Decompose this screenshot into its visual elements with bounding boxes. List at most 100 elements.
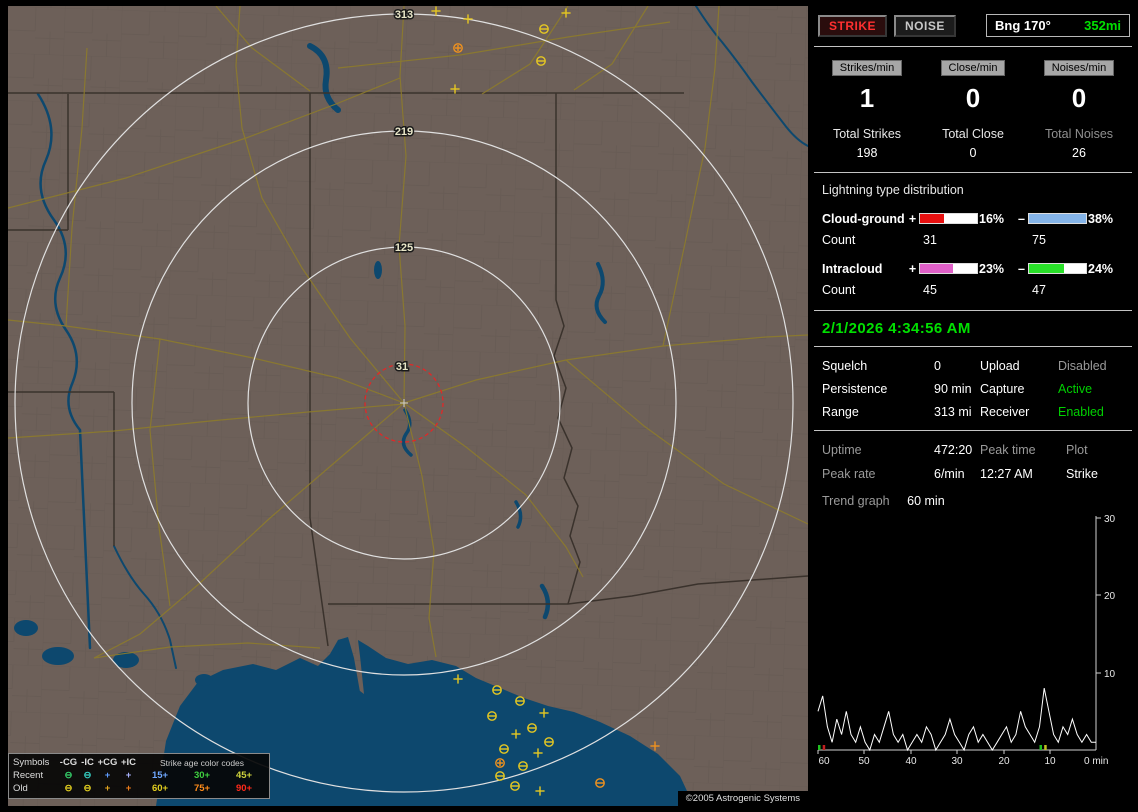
plus-sign: + bbox=[906, 258, 919, 279]
cg-pos-bar bbox=[919, 213, 978, 224]
minus-sign: – bbox=[1015, 258, 1028, 279]
strike-symbol bbox=[496, 759, 504, 767]
stats-grid: Uptime 472:20 Peak time Plot Peak rate 6… bbox=[814, 430, 1132, 485]
trend-graph-window: 60 min bbox=[907, 494, 945, 508]
map-panel: 313 219 125 31 Symbols -CG -IC +CG +IC S… bbox=[8, 6, 808, 806]
legend-col-pos-ic: +IC bbox=[118, 757, 139, 768]
legend-recent-label: Recent bbox=[13, 770, 59, 781]
legend-col-neg-cg: -CG bbox=[59, 757, 78, 768]
ic-pos-pct: 23% bbox=[976, 258, 1015, 279]
old-pos-ic-icon: + bbox=[118, 783, 139, 794]
receiver-status: Enabled bbox=[1058, 405, 1124, 419]
squelch-value: 0 bbox=[934, 359, 980, 373]
plot-value: Strike bbox=[1066, 467, 1124, 481]
range-label: Range bbox=[822, 405, 934, 419]
age-15: 15+ bbox=[152, 770, 168, 781]
noises-column: Noises/min 0 Total Noises 26 bbox=[1026, 60, 1132, 160]
age-60: 60+ bbox=[152, 783, 168, 794]
ic-neg-bar bbox=[1028, 263, 1087, 274]
range-label-125: 125 bbox=[395, 242, 413, 254]
peak-rate-label: Peak rate bbox=[822, 467, 934, 481]
intracloud-label: Intracloud bbox=[822, 258, 906, 279]
strikes-per-min-chip[interactable]: Strikes/min bbox=[832, 60, 902, 76]
upload-status: Disabled bbox=[1058, 359, 1124, 373]
capture-status: Active bbox=[1058, 382, 1124, 396]
noises-per-min-chip[interactable]: Noises/min bbox=[1044, 60, 1114, 76]
mode-toolbar: STRIKE NOISE Bng 170° 352mi bbox=[814, 6, 1132, 47]
plot-label: Plot bbox=[1066, 443, 1124, 457]
datetime-display: 2/1/2026 4:34:56 AM bbox=[814, 310, 1132, 347]
total-noises-value: 26 bbox=[1026, 146, 1132, 160]
old-neg-cg-icon: ⊖ bbox=[59, 783, 78, 794]
trend-markers bbox=[818, 745, 1047, 750]
trend-event-marker bbox=[1044, 745, 1047, 750]
x-tick-50: 50 bbox=[858, 756, 870, 767]
legend-age-title: Strike age color codes bbox=[139, 758, 265, 768]
age-45: 45+ bbox=[236, 770, 252, 781]
cloud-ground-label: Cloud-ground bbox=[822, 208, 906, 229]
bearing-label: Bng 170° bbox=[995, 18, 1051, 33]
ic-count-label: Count bbox=[822, 279, 906, 300]
recent-pos-cg-icon: + bbox=[97, 770, 118, 781]
squelch-label: Squelch bbox=[822, 359, 934, 373]
x-tick-30: 30 bbox=[951, 756, 963, 767]
trend-graph-row: Trend graph 60 min bbox=[814, 485, 1132, 510]
total-close-label: Total Close bbox=[920, 127, 1026, 141]
rate-columns: Strikes/min 1 Total Strikes 198 Close/mi… bbox=[814, 47, 1132, 172]
map-legend: Symbols -CG -IC +CG +IC Strike age color… bbox=[8, 753, 270, 799]
peak-rate-value: 6/min bbox=[934, 467, 980, 481]
strikes-per-min-value: 1 bbox=[814, 83, 920, 114]
y-tick-30: 30 bbox=[1104, 514, 1116, 525]
bearing-range-value: 352mi bbox=[1084, 18, 1121, 33]
old-neg-ic-icon: ⊖ bbox=[78, 783, 97, 794]
y-tick-20: 20 bbox=[1104, 591, 1116, 602]
range-label-219: 219 bbox=[395, 126, 413, 138]
legend-header-row: Symbols -CG -IC +CG +IC Strike age color… bbox=[13, 756, 265, 769]
y-tick-10: 10 bbox=[1104, 669, 1116, 680]
peak-time-value: 12:27 AM bbox=[980, 467, 1066, 481]
cg-neg-bar bbox=[1028, 213, 1087, 224]
cg-neg-pct: 38% bbox=[1085, 208, 1119, 229]
range-label-313: 313 bbox=[395, 9, 413, 21]
lightning-distribution: Lightning type distribution Cloud-ground… bbox=[814, 172, 1132, 310]
x-tick-20: 20 bbox=[998, 756, 1010, 767]
close-per-min-chip[interactable]: Close/min bbox=[941, 60, 1006, 76]
distribution-header: Lightning type distribution bbox=[822, 183, 1124, 197]
age-90: 90+ bbox=[236, 783, 252, 794]
ic-pos-count: 45 bbox=[919, 279, 976, 300]
uptime-label: Uptime bbox=[822, 443, 934, 457]
cg-neg-count: 75 bbox=[1028, 229, 1085, 250]
trend-graph-plot: 30 20 10 60 50 40 30 20 10 0 min bbox=[816, 514, 1132, 768]
strikes-column: Strikes/min 1 Total Strikes 198 bbox=[814, 60, 920, 160]
strike-mode-button[interactable]: STRIKE bbox=[818, 15, 887, 37]
capture-label: Capture bbox=[980, 382, 1058, 396]
ic-pos-bar bbox=[919, 263, 978, 274]
legend-ages-old: 60+ 75+ 90+ bbox=[139, 783, 265, 794]
map-canvas[interactable]: 313 219 125 31 bbox=[8, 6, 808, 806]
trend-line bbox=[818, 688, 1096, 750]
plus-sign: + bbox=[906, 208, 919, 229]
trend-graph-label: Trend graph bbox=[822, 494, 890, 508]
age-75: 75+ bbox=[194, 783, 210, 794]
old-pos-cg-icon: + bbox=[97, 783, 118, 794]
receiver-label: Receiver bbox=[980, 405, 1058, 419]
cg-pos-count: 31 bbox=[919, 229, 976, 250]
minus-sign: – bbox=[1015, 208, 1028, 229]
trend-chart: 30 20 10 60 50 40 30 20 10 0 min bbox=[814, 514, 1132, 768]
range-label-31: 31 bbox=[396, 361, 408, 373]
legend-ages-recent: 15+ 30+ 45+ bbox=[139, 770, 265, 781]
persistence-label: Persistence bbox=[822, 382, 934, 396]
noises-per-min-value: 0 bbox=[1026, 83, 1132, 114]
ic-neg-count: 47 bbox=[1028, 279, 1085, 300]
x-tick-60: 60 bbox=[818, 756, 830, 767]
peak-time-label: Peak time bbox=[980, 443, 1066, 457]
legend-old-row: Old ⊖ ⊖ + + 60+ 75+ 90+ bbox=[13, 782, 265, 795]
range-value: 313 mi bbox=[934, 405, 980, 419]
noise-mode-button[interactable]: NOISE bbox=[894, 15, 956, 37]
trend-event-marker bbox=[818, 745, 821, 750]
legend-col-pos-cg: +CG bbox=[97, 757, 118, 768]
copyright-notice: ©2005 Astrogenic Systems bbox=[678, 791, 808, 806]
ic-neg-pct: 24% bbox=[1085, 258, 1119, 279]
legend-col-neg-ic: -IC bbox=[78, 757, 97, 768]
x-tick-40: 40 bbox=[905, 756, 917, 767]
